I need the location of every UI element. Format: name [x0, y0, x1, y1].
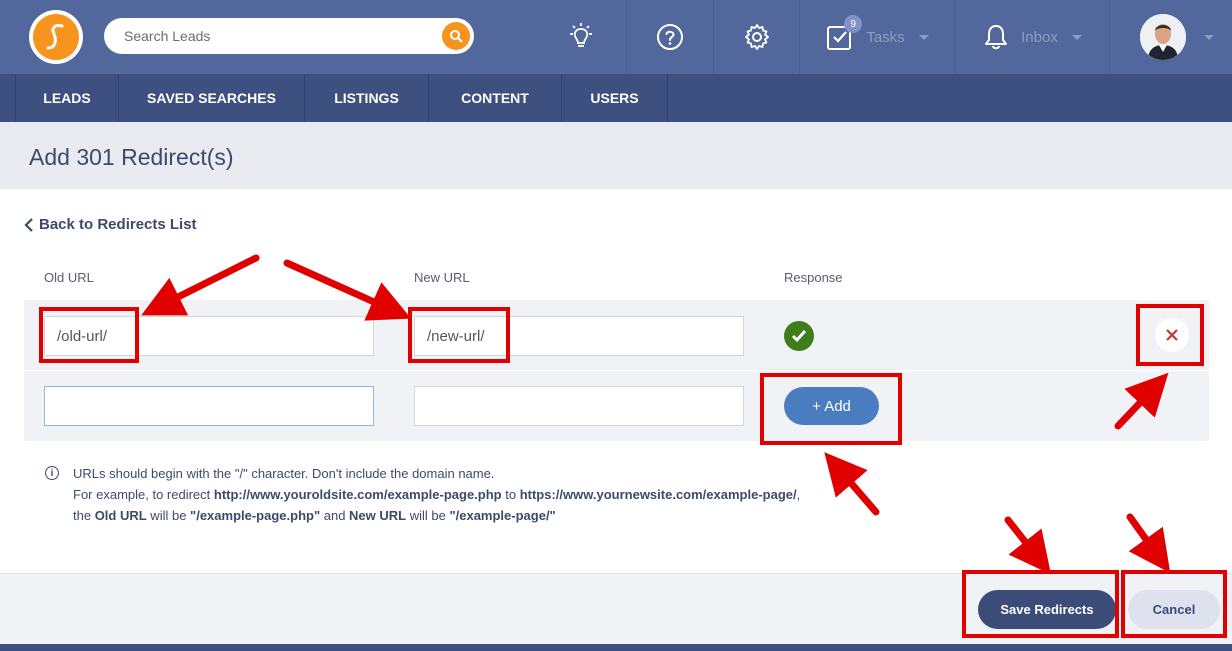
arrow-to-old-url	[141, 254, 260, 316]
main-nav: LEADS SAVED SEARCHES LISTINGS CONTENT US…	[0, 74, 1232, 122]
old-url-input-new[interactable]	[44, 386, 374, 426]
back-to-list-link[interactable]: Back to Redirects List	[24, 216, 197, 233]
nav-leads[interactable]: LEADS	[15, 74, 119, 122]
annotation-box-new-url	[408, 307, 510, 363]
arrow-to-cancel	[1126, 513, 1171, 574]
user-menu[interactable]	[1109, 0, 1232, 74]
app-logo[interactable]	[29, 10, 83, 64]
annotation-box-cancel	[1121, 570, 1227, 638]
logo-s-icon	[46, 24, 64, 50]
column-header-new-url: New URL	[414, 270, 470, 285]
search-input[interactable]	[104, 18, 434, 54]
annotation-box-delete	[1136, 304, 1204, 366]
chevron-left-icon	[24, 217, 33, 232]
inbox-menu[interactable]: Inbox	[955, 0, 1109, 74]
chevron-down-icon	[1071, 34, 1082, 40]
search-icon	[450, 30, 463, 43]
info-line-2: For example, to redirect http://www.your…	[73, 487, 801, 502]
success-check-icon	[784, 321, 814, 351]
info-line-1: URLs should begin with the "/" character…	[73, 466, 495, 481]
new-url-input-new[interactable]	[414, 386, 744, 426]
nav-listings[interactable]: LISTINGS	[305, 74, 429, 122]
column-header-old-url: Old URL	[44, 270, 94, 285]
chevron-down-icon	[1204, 34, 1214, 40]
tasks-label: Tasks	[866, 28, 905, 46]
page-title: Add 301 Redirect(s)	[29, 144, 234, 170]
info-icon: i	[45, 466, 59, 480]
back-link-label: Back to Redirects List	[39, 216, 197, 233]
tasks-menu[interactable]: 9 Tasks	[799, 0, 955, 74]
help-button[interactable]	[626, 0, 713, 74]
annotation-box-old-url	[39, 307, 139, 363]
top-bar: 9 Tasks Inbox	[0, 0, 1232, 74]
title-bar: Add 301 Redirect(s)	[0, 122, 1232, 189]
settings-button[interactable]	[713, 0, 799, 74]
nav-content[interactable]: CONTENT	[429, 74, 562, 122]
lightbulb-icon	[570, 23, 592, 47]
bottom-strip	[0, 644, 1232, 651]
avatar	[1140, 14, 1186, 60]
user-photo-icon	[1140, 14, 1186, 60]
search-button[interactable]	[442, 22, 470, 50]
arrow-to-save	[1004, 516, 1052, 575]
bell-icon	[985, 25, 1008, 50]
tips-button[interactable]	[536, 0, 626, 74]
nav-saved-searches[interactable]: SAVED SEARCHES	[119, 74, 305, 122]
inbox-label: Inbox	[1021, 28, 1058, 46]
tasks-badge: 9	[844, 15, 863, 33]
annotation-box-save	[962, 570, 1119, 638]
column-header-response: Response	[784, 270, 843, 285]
annotation-box-add	[760, 373, 902, 445]
chevron-down-icon	[918, 34, 929, 40]
info-line-3: the Old URL will be "/example-page.php" …	[73, 508, 556, 523]
search-bar	[104, 18, 474, 54]
tasks-icon-wrap: 9	[826, 15, 863, 51]
nav-users[interactable]: USERS	[562, 74, 668, 122]
help-icon	[657, 24, 683, 50]
gear-icon	[744, 24, 769, 50]
